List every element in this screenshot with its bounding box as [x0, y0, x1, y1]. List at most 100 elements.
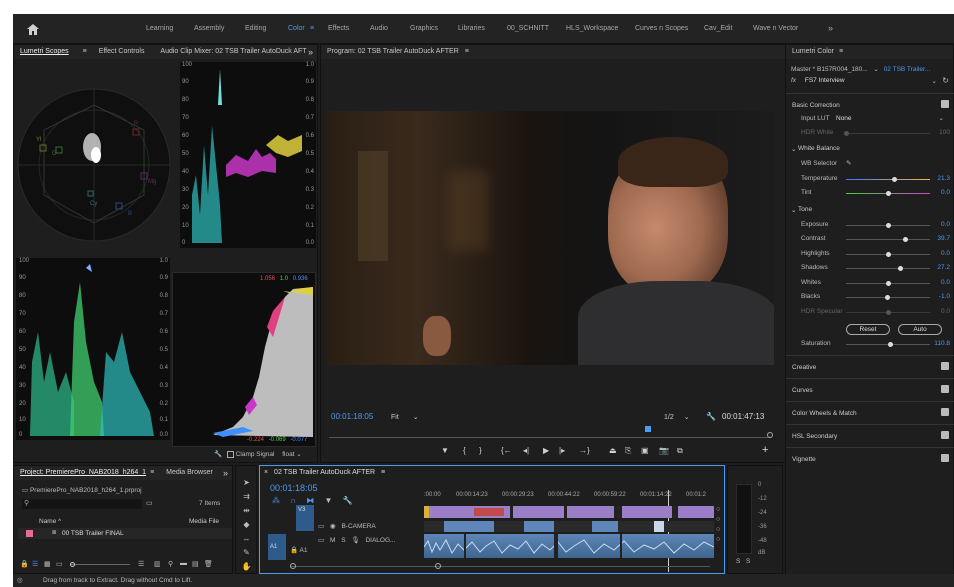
settings-wrench-icon[interactable]: 🔧 — [706, 412, 716, 421]
workspace-graphics[interactable]: Graphics — [410, 25, 438, 32]
resolution-dropdown[interactable]: 1/2 ⌄ — [664, 413, 690, 421]
sync-lock-icon[interactable]: ▭ — [318, 523, 324, 530]
mark-in-icon[interactable]: { — [463, 446, 466, 455]
step-forward-icon[interactable]: |▸ — [559, 446, 565, 455]
lock-icon[interactable]: 🔒 — [20, 560, 29, 568]
contrast-value[interactable]: 39.7 — [937, 235, 950, 242]
workspace-audio[interactable]: Audio — [370, 25, 388, 32]
chevron-down-icon[interactable]: ⌄ — [932, 77, 937, 85]
basic-correction-checkbox[interactable] — [941, 100, 949, 108]
whites-slider[interactable] — [846, 281, 930, 286]
hsl-secondary-checkbox[interactable] — [941, 431, 949, 439]
solo-right-button[interactable]: S — [746, 558, 750, 565]
program-timecode[interactable]: 00:01:18:05 — [331, 412, 373, 421]
home-icon[interactable] — [27, 24, 39, 35]
keyframe-icon[interactable]: ○ — [716, 526, 720, 533]
hdr-white-value[interactable]: 100 — [939, 129, 950, 136]
icon-view-icon[interactable]: ▦ — [44, 560, 51, 568]
temperature-slider[interactable] — [846, 177, 930, 182]
highlights-value[interactable]: 0.0 — [941, 250, 950, 257]
play-icon[interactable]: ▶ — [543, 446, 549, 455]
workspace-curves[interactable]: Curves n Scopes — [635, 25, 688, 32]
panel-overflow-icon[interactable]: » — [223, 468, 228, 478]
solo-button[interactable]: S — [341, 537, 345, 544]
zoom-knob[interactable] — [70, 562, 75, 567]
compare-view-icon[interactable]: ▣ — [641, 446, 649, 455]
nest-icon[interactable]: ⁂ — [272, 496, 280, 505]
panel-menu-icon[interactable]: ≡ — [381, 469, 385, 476]
add-button-icon[interactable]: + — [762, 444, 768, 456]
reset-effect-icon[interactable]: ↻ — [942, 76, 949, 85]
workspace-menu-icon[interactable]: ≡ — [310, 25, 314, 32]
clamp-signal-checkbox[interactable] — [226, 450, 234, 458]
b-camera-clip[interactable] — [592, 521, 618, 532]
new-bin-icon[interactable]: ▬ — [180, 560, 187, 567]
hdr-specular-value[interactable]: 0.0 — [941, 308, 950, 315]
workspace-libraries[interactable]: Libraries — [458, 25, 485, 32]
highlights-knob[interactable] — [886, 252, 891, 257]
workspace-wave-vector[interactable]: Wave n Vector — [753, 25, 798, 32]
exposure-knob[interactable] — [886, 223, 891, 228]
panel-menu-icon[interactable]: ≡ — [83, 48, 87, 55]
fx-icon[interactable]: fx — [791, 77, 796, 84]
workspace-learning[interactable]: Learning — [146, 25, 173, 32]
razor-tool-icon[interactable]: ◆ — [241, 520, 252, 529]
add-marker-icon[interactable]: ▼ — [324, 496, 332, 505]
find-icon[interactable]: ⚲ — [168, 560, 173, 568]
b-camera-clip[interactable] — [524, 521, 554, 532]
panel-overflow-icon[interactable]: » — [308, 47, 313, 57]
timeline-horizontal-scrollbar[interactable] — [290, 563, 710, 569]
go-to-in-icon[interactable]: {← — [501, 446, 512, 455]
scrubber-end-handle[interactable] — [767, 432, 773, 438]
track-select-tool-icon[interactable]: ⇉ — [241, 492, 252, 501]
lift-icon[interactable]: ⏏ — [609, 446, 617, 455]
lumetri-clip-selector[interactable]: Master * B157R004_180... ⌄ 02 TSB Traile… — [791, 65, 930, 73]
hand-tool-icon[interactable]: ✋ — [241, 562, 252, 571]
sequence-clip-label[interactable]: 02 TSB Trailer... — [884, 66, 930, 73]
extract-icon[interactable]: ⎘ — [625, 446, 631, 456]
hdr-specular-slider[interactable] — [846, 310, 930, 315]
project-search-input[interactable]: ⚲ — [22, 499, 142, 509]
chevron-down-icon[interactable]: ⌄ — [939, 114, 944, 122]
color-wheels-section[interactable]: Color Wheels & Match — [786, 401, 954, 424]
wrench-icon[interactable]: 🔧 — [214, 451, 222, 458]
highlights-slider[interactable] — [846, 252, 930, 257]
b-camera-clip[interactable] — [444, 521, 494, 532]
column-media-file-header[interactable]: Media File — [189, 518, 219, 525]
step-back-icon[interactable]: ◂| — [523, 446, 529, 455]
workspace-schnitt[interactable]: 00_SCHNITT — [507, 25, 549, 32]
scroll-handle-right[interactable] — [435, 563, 441, 569]
tint-slider[interactable] — [846, 191, 930, 196]
temperature-knob[interactable] — [891, 177, 897, 182]
eye-icon[interactable]: ◉ — [330, 523, 336, 530]
tab-lumetri-scopes[interactable]: Lumetri Scopes — [20, 48, 69, 55]
tab-media-browser[interactable]: Media Browser — [166, 469, 213, 476]
clip-segment-red[interactable] — [474, 508, 504, 516]
exposure-value[interactable]: 0.0 — [941, 221, 950, 228]
go-to-out-icon[interactable]: →} — [579, 446, 590, 455]
scroll-handle-left[interactable] — [290, 563, 296, 569]
sync-lock-icon[interactable]: ▭ — [318, 537, 324, 544]
new-bin-icon[interactable]: ▭ — [146, 499, 153, 507]
mute-button[interactable]: M — [330, 537, 335, 544]
slip-tool-icon[interactable]: ↔ — [241, 534, 252, 543]
hdr-white-knob[interactable] — [844, 131, 849, 136]
lumetri-title[interactable]: Lumetri Color — [792, 48, 834, 55]
whites-value[interactable]: 0.0 — [941, 279, 950, 286]
source-patch-a1[interactable]: A1 — [268, 534, 286, 560]
mark-out-icon[interactable]: } — [479, 446, 482, 455]
preset-dropdown[interactable]: FS7 Interview — [805, 77, 845, 84]
new-item-icon[interactable]: ▤ — [192, 560, 199, 568]
solo-left-button[interactable]: S — [736, 558, 740, 565]
timeline-settings-icon[interactable]: 🔧 — [343, 496, 353, 505]
panel-menu-icon[interactable]: ≡ — [465, 48, 469, 55]
workspace-overflow-icon[interactable]: » — [828, 23, 833, 33]
multi-view-icon[interactable]: ⧉ — [677, 446, 683, 456]
automate-icon[interactable]: ▥ — [154, 560, 161, 568]
fit-dropdown[interactable]: Fit ⌄ — [391, 413, 419, 421]
lock-icon[interactable]: 🔒 — [290, 547, 298, 554]
auto-button[interactable]: Auto — [898, 324, 942, 335]
video-clip-track-v3[interactable] — [424, 506, 714, 518]
tint-value[interactable]: 0.0 — [941, 189, 950, 196]
blacks-knob[interactable] — [885, 295, 891, 300]
